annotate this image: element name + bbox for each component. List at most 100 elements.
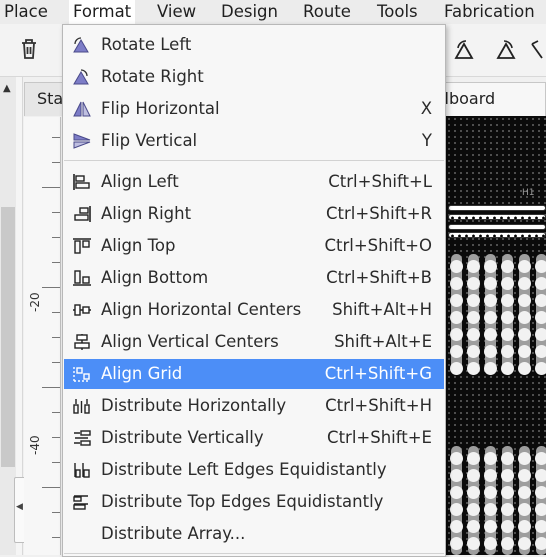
breadboard-hole (484, 277, 497, 290)
power-rail (448, 232, 546, 238)
menu-route[interactable]: Route (303, 2, 351, 21)
breadboard-hole (484, 260, 497, 273)
breadboard-hole (501, 345, 514, 358)
breadboard-hole (535, 469, 546, 482)
breadboard-hole (535, 486, 546, 499)
menu-bar: Place Format View Design Route Tools Fab… (0, 0, 546, 24)
breadboard-hole (535, 260, 546, 273)
breadboard-hole (484, 537, 497, 550)
breadboard-hole (450, 328, 463, 341)
tab-start[interactable]: Sta (24, 82, 64, 116)
menu-item-label: Align Vertical Centers (101, 332, 279, 351)
tab-start-label: Sta (37, 89, 64, 108)
breadboard-hole (535, 520, 546, 533)
menu-item-align-horizontal-centers[interactable]: Align Horizontal Centers Shift+Alt+H (64, 295, 444, 325)
breadboard-hole (518, 486, 531, 499)
menu-item-shortcut: Shift+Alt+H (332, 300, 432, 319)
breadboard-hole (484, 328, 497, 341)
menu-item-label: Align Right (101, 204, 192, 223)
menu-design[interactable]: Design (221, 2, 278, 21)
menu-item-label: Distribute Top Edges Equidistantly (101, 492, 384, 511)
ruler-tick (52, 412, 60, 413)
panel-splitter[interactable]: ◀ (14, 77, 26, 555)
align-top-icon (73, 238, 91, 254)
breadboard-hole (518, 537, 531, 550)
scroll-up-icon[interactable]: ▲ (3, 83, 11, 94)
breadboard-hole (450, 469, 463, 482)
align-horizontal-centers-icon (73, 304, 91, 316)
power-rail (448, 214, 546, 220)
menu-item-align-bottom[interactable]: Align Bottom Ctrl+Shift+B (64, 263, 444, 293)
breadboard-hole (484, 486, 497, 499)
breadboard-hole (535, 328, 546, 341)
align-right-icon (74, 206, 91, 222)
tab-breadboard-label: adboard (440, 89, 496, 108)
breadboard-hole (501, 311, 514, 324)
menu-item-distribute-horizontally[interactable]: Distribute Horizontally Ctrl+Shift+H (64, 391, 444, 421)
rotate-left-icon (73, 37, 89, 53)
breadboard-hole (450, 362, 463, 375)
menu-item-label: Distribute Left Edges Equidistantly (101, 460, 387, 479)
menu-item-rotate-right[interactable]: Rotate Right (64, 62, 444, 92)
tab-breadboard[interactable]: adboard (440, 82, 546, 116)
menu-item-shortcut: Ctrl+Shift+L (328, 172, 432, 191)
align-grid-icon (73, 367, 90, 382)
menu-item-shortcut: Y (421, 131, 432, 150)
breadboard-hole (467, 362, 480, 375)
breadboard-hole (535, 345, 546, 358)
menu-item-align-grid[interactable]: Align Grid Ctrl+Shift+G (64, 359, 444, 389)
menu-item-distribute-left-edges[interactable]: Distribute Left Edges Equidistantly (64, 455, 444, 485)
menu-item-flip-horizontal[interactable]: Flip Horizontal X (64, 94, 444, 124)
breadboard-canvas[interactable]: H1 (446, 116, 546, 555)
breadboard-hole (518, 328, 531, 341)
ruler-tick (52, 462, 60, 463)
menu-item-distribute-array[interactable]: Distribute Array... (64, 519, 444, 549)
delete-icon[interactable] (18, 37, 40, 61)
ruler-tick (52, 312, 60, 313)
menu-place[interactable]: Place (4, 2, 48, 21)
breadboard-hole (484, 520, 497, 533)
menu-item-label: Distribute Array... (101, 524, 246, 543)
ruler-tick (52, 262, 60, 263)
breadboard-hole (518, 311, 531, 324)
breadboard-hole (467, 469, 480, 482)
scrollbar-thumb[interactable] (1, 207, 15, 467)
menu-item-distribute-top-edges[interactable]: Distribute Top Edges Equidistantly (64, 487, 444, 517)
ruler-tick (52, 362, 60, 363)
breadboard-hole (518, 503, 531, 516)
menu-item-align-right[interactable]: Align Right Ctrl+Shift+R (64, 199, 444, 229)
breadboard-hole (450, 294, 463, 307)
menu-item-label: Rotate Right (101, 67, 204, 86)
menu-item-align-top[interactable]: Align Top Ctrl+Shift+O (64, 231, 444, 261)
breadboard-hole (450, 486, 463, 499)
breadboard-hole (535, 294, 546, 307)
ruler-tick (52, 512, 60, 513)
breadboard-hole (535, 277, 546, 290)
ruler-tick (42, 287, 60, 288)
menu-tools[interactable]: Tools (377, 2, 418, 21)
menu-format[interactable]: Format (69, 0, 136, 24)
menu-item-distribute-vertically[interactable]: Distribute Vertically Ctrl+Shift+E (64, 423, 444, 453)
menu-fabrication[interactable]: Fabrication (444, 2, 535, 21)
menu-item-flip-vertical[interactable]: Flip Vertical Y (64, 126, 444, 156)
breadboard-hole (467, 486, 480, 499)
rotate-ccw-icon[interactable] (452, 38, 476, 62)
menu-item-label: Distribute Vertically (101, 428, 264, 447)
breadboard-hole (467, 311, 480, 324)
menu-item-align-vertical-centers[interactable]: Align Vertical Centers Shift+Alt+E (64, 327, 444, 357)
rotate-cw-icon[interactable] (494, 38, 518, 62)
distribute-top-edges-icon (73, 495, 88, 510)
menu-item-align-left[interactable]: Align Left Ctrl+Shift+L (64, 167, 444, 197)
menu-item-label: Align Grid (101, 364, 183, 383)
menu-item-shortcut: Ctrl+Shift+R (326, 204, 432, 223)
menu-item-rotate-left[interactable]: Rotate Left (64, 30, 444, 60)
menu-view[interactable]: View (157, 2, 196, 21)
menu-item-label: Flip Vertical (101, 131, 198, 150)
power-rail (448, 224, 546, 230)
breadboard-hole (467, 503, 480, 516)
distribute-horizontally-icon (73, 399, 90, 414)
breadboard-hole (501, 486, 514, 499)
breadboard-hole (501, 537, 514, 550)
menu-item-label: Distribute Horizontally (101, 396, 287, 415)
rotate-icon[interactable] (530, 38, 546, 62)
